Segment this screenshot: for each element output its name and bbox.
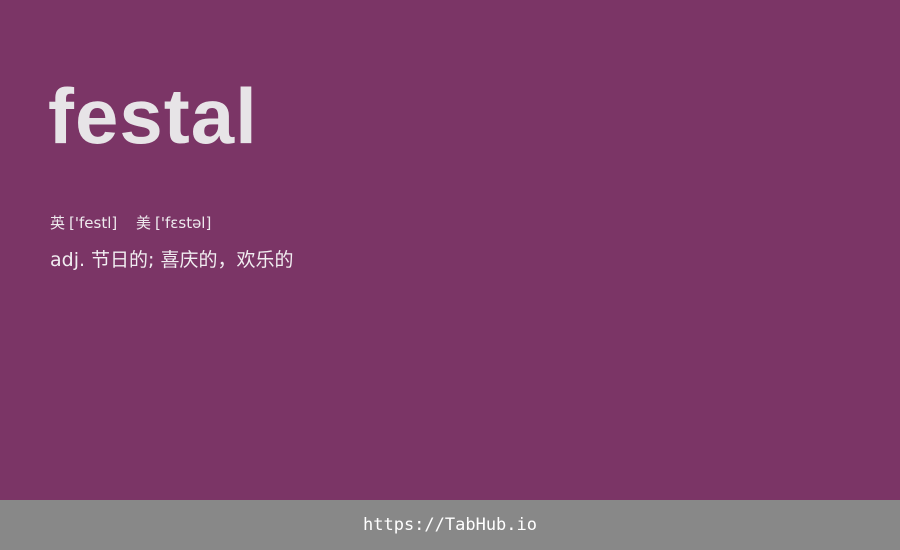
phonetic-uk: 英 ['festl] <box>50 212 117 234</box>
word-title: festal <box>48 72 258 160</box>
phonetic-uk-label: 英 <box>50 214 66 232</box>
word-card: festal 英 ['festl] 美 ['fɛstəl] adj. 节日的; 喜庆… <box>0 0 900 500</box>
phonetics-row: 英 ['festl] 美 ['fɛstəl] <box>50 212 225 234</box>
phonetic-uk-ipa: ['festl] <box>69 214 118 232</box>
phonetic-us: 美 ['fɛstəl] <box>136 212 211 234</box>
definition-text: adj. 节日的; 喜庆的，欢乐的 <box>50 249 294 271</box>
phonetic-us-ipa: ['fɛstəl] <box>155 214 212 232</box>
tabhub-link[interactable]: https://TabHub.io <box>363 515 537 535</box>
phonetic-us-label: 美 <box>136 214 152 232</box>
footer-bar: https://TabHub.io <box>0 500 900 550</box>
